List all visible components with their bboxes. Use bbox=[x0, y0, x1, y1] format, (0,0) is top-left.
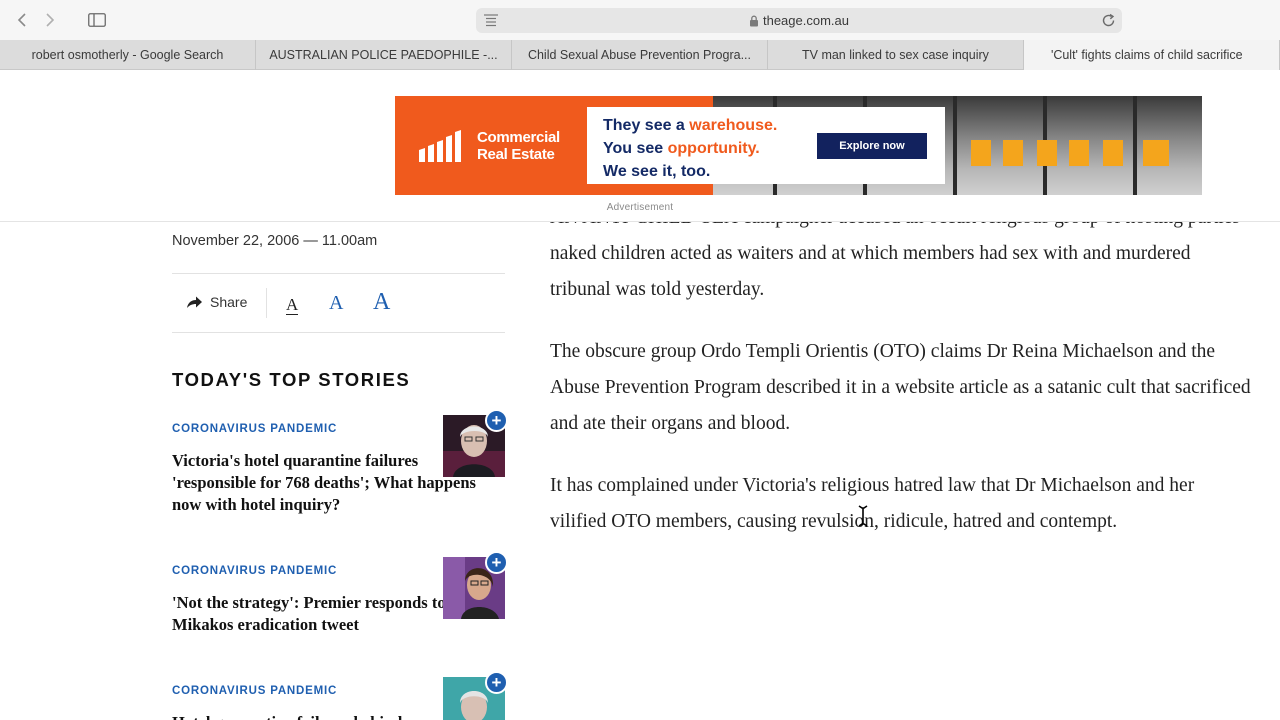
article-dateline: November 22, 2006 — 11.00am bbox=[172, 233, 378, 249]
divider bbox=[266, 288, 267, 318]
story-headline[interactable]: Hotel quarantine failures behind bbox=[172, 712, 482, 720]
ad-line2-b: opportunity. bbox=[667, 140, 760, 157]
tab-bar: robert osmotherly - Google Search AUSTRA… bbox=[0, 40, 1280, 70]
tab-label: AUSTRALIAN POLICE PAEDOPHILE -... bbox=[269, 48, 498, 62]
text-cursor-icon bbox=[858, 505, 868, 527]
advertisement-label: Advertisement bbox=[606, 202, 674, 213]
ad-line1-b: warehouse. bbox=[689, 117, 778, 134]
ad-line2-a: You see bbox=[603, 140, 668, 157]
list-item[interactable]: CORONAVIRUS PANDEMIC Hotel quarantine fa… bbox=[172, 671, 508, 720]
url-display: theage.com.au bbox=[476, 8, 1122, 33]
tab-tv-man[interactable]: TV man linked to sex case inquiry bbox=[768, 40, 1024, 70]
share-arrow-icon bbox=[187, 296, 202, 308]
ad-logo-line2: Real Estate bbox=[477, 146, 555, 163]
tab-label: Child Sexual Abuse Prevention Progra... bbox=[527, 48, 751, 62]
tab-label: robert osmotherly - Google Search bbox=[31, 48, 224, 62]
save-story-plus-icon[interactable]: + bbox=[485, 671, 508, 694]
top-stories-heading: TODAY'S TOP STORIES bbox=[172, 369, 411, 390]
tab-prevention-program[interactable]: Child Sexual Abuse Prevention Progra... bbox=[512, 40, 768, 70]
chevron-left-icon bbox=[17, 13, 26, 27]
url-text: theage.com.au bbox=[762, 13, 849, 28]
ad-line3: We see it, too. bbox=[603, 163, 711, 180]
browser-toolbar: theage.com.au bbox=[0, 0, 1280, 40]
divider bbox=[172, 273, 505, 274]
chevron-right-icon bbox=[46, 13, 55, 27]
article-line: It has complained under Victoria's relig… bbox=[550, 475, 1195, 496]
font-size-large-button[interactable]: A bbox=[373, 289, 390, 316]
article-line: naked children acted as waiters and at w… bbox=[550, 243, 1191, 264]
ad-logo-line1: Commercial bbox=[477, 129, 560, 146]
tab-label: TV man linked to sex case inquiry bbox=[802, 48, 989, 62]
ad-copy: They see a warehouse. You see opportunit… bbox=[603, 114, 777, 183]
article-paragraph: It has complained under Victoria's relig… bbox=[550, 468, 1280, 540]
ad-message-card: They see a warehouse. You see opportunit… bbox=[587, 107, 945, 184]
commercial-real-estate-logo-icon bbox=[419, 130, 461, 162]
ad-banner[interactable]: Commercial Real Estate They see a wareho… bbox=[395, 96, 1202, 195]
article-line: Abuse Prevention Program described it in… bbox=[550, 377, 1251, 398]
ad-line1-a: They see a bbox=[603, 117, 690, 134]
article-paragraph: The obscure group Ordo Templi Orientis (… bbox=[550, 334, 1280, 442]
list-item[interactable]: CORONAVIRUS PANDEMIC Victoria's hotel qu… bbox=[172, 409, 508, 514]
tab-label: 'Cult' fights claims of child sacrifice bbox=[1050, 48, 1243, 62]
font-size-small-button[interactable]: A bbox=[286, 296, 299, 315]
article-line: vilified OTO members, causing revulsion,… bbox=[550, 511, 1118, 532]
sidebar-toggle-button[interactable] bbox=[84, 9, 110, 31]
article-line: The obscure group Ordo Templi Orientis (… bbox=[550, 341, 1216, 362]
sidebar-icon bbox=[88, 13, 106, 27]
explore-now-button[interactable]: Explore now bbox=[817, 133, 927, 159]
story-headline[interactable]: Victoria's hotel quarantine failures 're… bbox=[172, 450, 482, 516]
save-story-plus-icon[interactable]: + bbox=[485, 409, 508, 432]
ad-strip: Commercial Real Estate They see a wareho… bbox=[0, 71, 1280, 222]
back-button[interactable] bbox=[10, 9, 34, 31]
tab-police[interactable]: AUSTRALIAN POLICE PAEDOPHILE -... bbox=[256, 40, 512, 70]
lock-icon bbox=[749, 15, 758, 26]
font-size-medium-button[interactable]: A bbox=[329, 292, 343, 315]
tab-cult-active[interactable]: 'Cult' fights claims of child sacrifice bbox=[1023, 40, 1280, 70]
tab-google-search[interactable]: robert osmotherly - Google Search bbox=[0, 40, 256, 70]
divider bbox=[172, 332, 505, 333]
article-body: AN ANTI-CHILD-SEX campaigner accused an … bbox=[550, 200, 1280, 566]
forward-button[interactable] bbox=[38, 9, 62, 31]
address-bar[interactable]: theage.com.au bbox=[476, 8, 1122, 33]
share-label: Share bbox=[210, 294, 248, 310]
story-headline[interactable]: 'Not the strategy': Premier responds to … bbox=[172, 592, 482, 636]
ad-logo-text: Commercial Real Estate bbox=[477, 129, 560, 163]
article-line: tribunal was told yesterday. bbox=[550, 279, 765, 300]
reload-icon[interactable] bbox=[1101, 13, 1116, 28]
save-story-plus-icon[interactable]: + bbox=[485, 551, 508, 574]
list-item[interactable]: CORONAVIRUS PANDEMIC 'Not the strategy':… bbox=[172, 551, 508, 634]
share-button[interactable]: Share bbox=[186, 294, 247, 310]
article-line: and ate their organs and blood. bbox=[550, 413, 791, 434]
